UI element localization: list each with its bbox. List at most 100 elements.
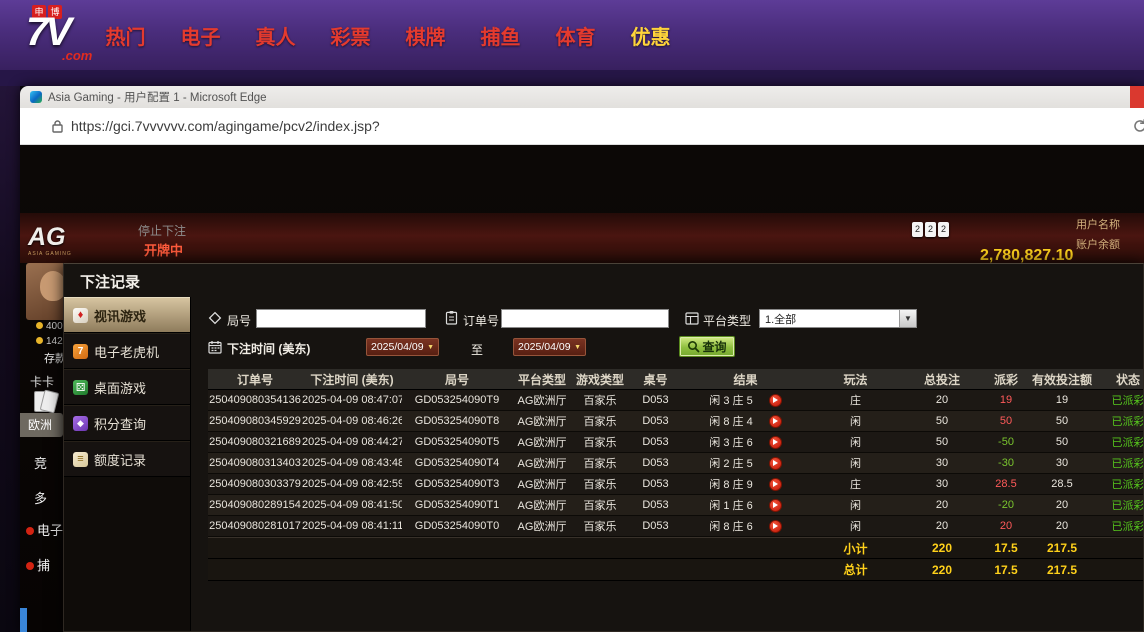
hall-tab-dianzi[interactable]: 电子	[26, 520, 63, 539]
total-valid-bet: 217.5	[1031, 563, 1093, 577]
browser-titlebar[interactable]: Asia Gaming - 用户配置 1 - Microsoft Edge	[20, 86, 1144, 108]
top-nav-item[interactable]: 彩票	[313, 0, 388, 70]
cell-bet-time: 2025-04-09 08:47:07	[302, 394, 402, 406]
close-button[interactable]	[1130, 86, 1144, 108]
panel-menu-item[interactable]: 积分查询	[64, 405, 190, 441]
play-video-icon[interactable]	[769, 520, 782, 533]
play-video-icon[interactable]	[769, 457, 782, 470]
menu-item-label: 视讯游戏	[94, 306, 146, 325]
stop-betting-status: 停止下注	[138, 222, 186, 239]
url-text[interactable]: https://gci.7vvvvvv.com/agingame/pcv2/in…	[71, 118, 380, 134]
cell-play-type: 闲	[808, 518, 903, 534]
cell-status: 已派彩	[1093, 476, 1144, 492]
cell-game-type: 百家乐	[572, 455, 628, 471]
top-nav-item[interactable]: 热门	[88, 0, 163, 70]
cell-table-number: D053	[628, 415, 683, 427]
top-nav-item[interactable]: 棋牌	[388, 0, 463, 70]
table-header-cell: 下注时间 (美东)	[302, 371, 402, 388]
hall-tab-europe[interactable]: 欧洲	[20, 413, 63, 437]
cell-order-number: 250409080281017	[208, 520, 302, 532]
browser-urlbar[interactable]: https://gci.7vvvvvv.com/agingame/pcv2/in…	[20, 108, 1144, 145]
cell-round-number: GD053254090T9	[402, 394, 512, 406]
total-total-bet: 220	[903, 563, 981, 577]
cell-round-number: GD053254090T4	[402, 457, 512, 469]
top-nav-item[interactable]: 真人	[238, 0, 313, 70]
round-number-input[interactable]	[256, 309, 426, 328]
table-header-cell: 有效投注额	[1031, 371, 1093, 388]
total-row: 总计 220 17.5 217.5	[208, 559, 1144, 581]
cell-game-type: 百家乐	[572, 434, 628, 450]
result-text: 闲 3 庄 6	[709, 434, 752, 450]
cell-order-number: 250409080303379	[208, 478, 302, 490]
order-number-label: 订单号	[463, 312, 499, 329]
table-header-cell: 订单号	[208, 371, 302, 388]
left-desktop-strip	[0, 86, 20, 632]
menu-item-label: 额度记录	[94, 450, 146, 469]
cell-bet-time: 2025-04-09 08:44:27	[302, 436, 402, 448]
top-nav-item[interactable]: 体育	[538, 0, 613, 70]
cell-bet-time: 2025-04-09 08:42:59	[302, 478, 402, 490]
cell-play-type: 闲	[808, 413, 903, 429]
cell-bet-time: 2025-04-09 08:41:50	[302, 499, 402, 511]
subtotal-row: 小计 220 17.5 217.5	[208, 537, 1144, 559]
cell-result: 闲 1 庄 6	[683, 497, 808, 513]
cell-bet-time: 2025-04-09 08:41:11	[302, 520, 402, 532]
platform-type-icon	[685, 312, 699, 325]
panel-menu-item[interactable]: 视讯游戏	[64, 297, 190, 333]
balance-label: 账户余额	[1076, 236, 1120, 252]
cell-status: 已派彩	[1093, 434, 1144, 450]
date-to-dropdown[interactable]: 2025/04/09	[513, 338, 586, 356]
cell-total-bet: 50	[903, 415, 981, 427]
site-top-nav: 申 博 7V .com 热门 电子 真人 彩票 棋牌 捕鱼 体育 优惠	[0, 0, 1144, 70]
cell-table-number: D053	[628, 478, 683, 490]
background-sliver	[20, 608, 27, 632]
table-row: 250409080313403 2025-04-09 08:43:48 GD05…	[208, 453, 1144, 474]
cell-order-number: 250409080354136	[208, 394, 302, 406]
hall-tab-duo[interactable]: 多	[34, 488, 47, 507]
cell-bet-time: 2025-04-09 08:43:48	[302, 457, 402, 469]
top-nav-item[interactable]: 优惠	[613, 0, 688, 70]
play-video-icon[interactable]	[769, 415, 782, 428]
table-header-cell: 玩法	[808, 371, 903, 388]
cell-total-bet: 20	[903, 520, 981, 532]
play-video-icon[interactable]	[769, 394, 782, 407]
cell-status: 已派彩	[1093, 413, 1144, 429]
refresh-icon[interactable]	[1132, 118, 1144, 139]
platform-type-select[interactable]: 1.全部	[759, 309, 917, 328]
top-nav-item[interactable]: 捕鱼	[463, 0, 538, 70]
hall-tab-buyu[interactable]: 捕	[26, 555, 50, 574]
cell-play-type: 闲	[808, 455, 903, 471]
cell-result: 闲 3 庄 6	[683, 434, 808, 450]
coin-icon	[36, 322, 43, 329]
lock-icon	[52, 120, 63, 133]
cell-payout: -50	[981, 436, 1031, 448]
search-button[interactable]: 查询	[679, 336, 735, 357]
panel-menu-item[interactable]: 桌面游戏	[64, 369, 190, 405]
window-title: Asia Gaming - 用户配置 1 - Microsoft Edge	[48, 89, 267, 105]
cell-result: 闲 2 庄 5	[683, 455, 808, 471]
order-number-input[interactable]	[501, 309, 669, 328]
play-video-icon[interactable]	[769, 436, 782, 449]
cell-round-number: GD053254090T5	[402, 436, 512, 448]
result-text: 闲 1 庄 6	[709, 497, 752, 513]
coin-icon	[36, 337, 43, 344]
cell-game-type: 百家乐	[572, 497, 628, 513]
top-nav-item[interactable]: 电子	[163, 0, 238, 70]
panel-menu-item[interactable]: 电子老虎机	[64, 333, 190, 369]
panel-title: 下注记录	[80, 271, 140, 292]
bet-records-panel: 下注记录 视讯游戏 电子老虎机	[63, 263, 1144, 632]
hall-tab-jing[interactable]: 竞	[34, 453, 47, 472]
top-nav-items: 热门 电子 真人 彩票 棋牌 捕鱼 体育 优惠	[88, 0, 688, 70]
menu-item-icon	[73, 416, 88, 431]
menu-item-icon	[73, 380, 88, 395]
chevron-down-icon[interactable]	[899, 310, 916, 327]
play-video-icon[interactable]	[769, 478, 782, 491]
cell-round-number: GD053254090T1	[402, 499, 512, 511]
play-video-icon[interactable]	[769, 499, 782, 512]
date-from-dropdown[interactable]: 2025/04/09	[366, 338, 439, 356]
cell-status: 已派彩	[1093, 392, 1144, 408]
table-header-cell: 桌号	[628, 371, 683, 388]
bet-records-table: 订单号下注时间 (美东)局号平台类型游戏类型桌号结果玩法总投注派彩有效投注额状态…	[208, 369, 1144, 581]
panel-menu-item[interactable]: 额度记录	[64, 441, 190, 477]
cell-order-number: 250409080321689	[208, 436, 302, 448]
